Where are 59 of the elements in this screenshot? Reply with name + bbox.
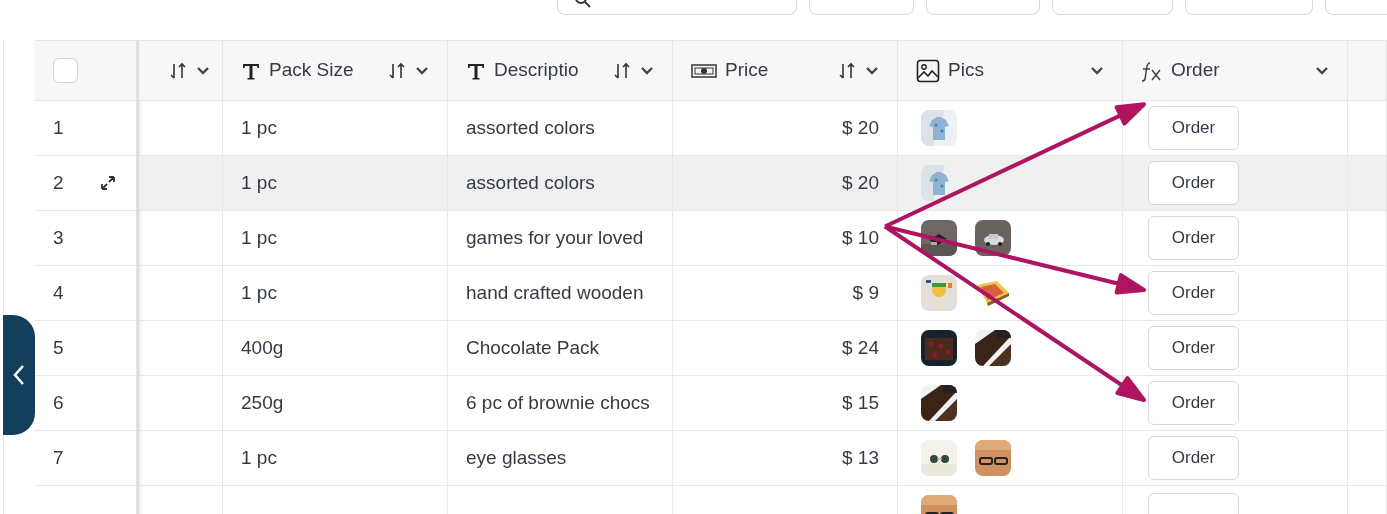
row-number: 2	[53, 170, 64, 195]
expand-icon[interactable]	[98, 173, 118, 193]
column-header[interactable]: Pics	[898, 40, 1123, 101]
table-cell: assorted colors	[448, 156, 673, 211]
table-cell: eye glasses	[448, 431, 673, 486]
table-cell: Chocolate Pack	[448, 321, 673, 376]
column-header[interactable]: Pack Size	[223, 40, 448, 101]
collapse-tab[interactable]	[3, 315, 35, 435]
table-cell: $ 24	[673, 321, 898, 376]
order-button[interactable]: Order	[1148, 436, 1239, 480]
order-button[interactable]: Order	[1148, 271, 1239, 315]
row-number: 5	[53, 335, 64, 360]
banknote-icon	[691, 62, 717, 79]
table-cell: $ 20	[673, 156, 898, 211]
column-label: Pack Size	[269, 58, 354, 83]
formula-icon	[1141, 59, 1163, 82]
chevron-down-icon[interactable]	[865, 65, 879, 76]
order-button[interactable]: Order	[1148, 216, 1239, 260]
sort-icon[interactable]	[837, 60, 857, 81]
table-cell: 400g	[223, 321, 448, 376]
table-cell: 1 pc	[223, 156, 448, 211]
chevron-down-icon[interactable]	[640, 65, 654, 76]
table-cell: $ 15	[673, 376, 898, 431]
sort-icon[interactable]	[387, 60, 407, 81]
image-icon	[916, 58, 940, 83]
column-label: Price	[725, 58, 769, 83]
table-cell: 6 pc of brownie chocs	[448, 376, 673, 431]
chevron-down-icon[interactable]	[196, 65, 210, 76]
row-number: 7	[53, 445, 64, 470]
table-cell: games for your loved	[448, 211, 673, 266]
sort-icon[interactable]	[168, 60, 188, 81]
select-all-checkbox[interactable]	[53, 58, 78, 83]
column-label: Pics	[948, 58, 984, 83]
chevron-down-icon[interactable]	[415, 65, 429, 76]
row-number: 6	[53, 390, 64, 415]
chevron-down-icon[interactable]	[1315, 65, 1329, 76]
column-header[interactable]: Descriptio	[448, 40, 673, 101]
chevron-down-icon[interactable]	[1090, 65, 1104, 76]
table-cell: 1 pc	[223, 431, 448, 486]
row-number: 3	[53, 225, 64, 250]
order-button[interactable]: Order	[1148, 326, 1239, 370]
table-cell: 250g	[223, 376, 448, 431]
table-cell: $ 13	[673, 431, 898, 486]
sort-icon[interactable]	[612, 60, 632, 81]
chevron-left-icon	[12, 364, 26, 386]
table-cell: hand crafted wooden	[448, 266, 673, 321]
order-button[interactable]: Order	[1148, 161, 1239, 205]
table-cell: $ 9	[673, 266, 898, 321]
column-header[interactable]: Order	[1123, 40, 1348, 101]
column-label: Descriptio	[494, 58, 579, 83]
row-number: 1	[53, 115, 64, 140]
table-cell: 1 pc	[223, 266, 448, 321]
column-header[interactable]: Price	[673, 40, 898, 101]
order-button[interactable]: Order	[1148, 106, 1239, 150]
order-button[interactable]: Order	[1148, 381, 1239, 425]
row-number: 4	[53, 280, 64, 305]
column-label: Order	[1171, 58, 1220, 83]
table-cell: 1 pc	[223, 211, 448, 266]
column-header	[1348, 40, 1387, 101]
